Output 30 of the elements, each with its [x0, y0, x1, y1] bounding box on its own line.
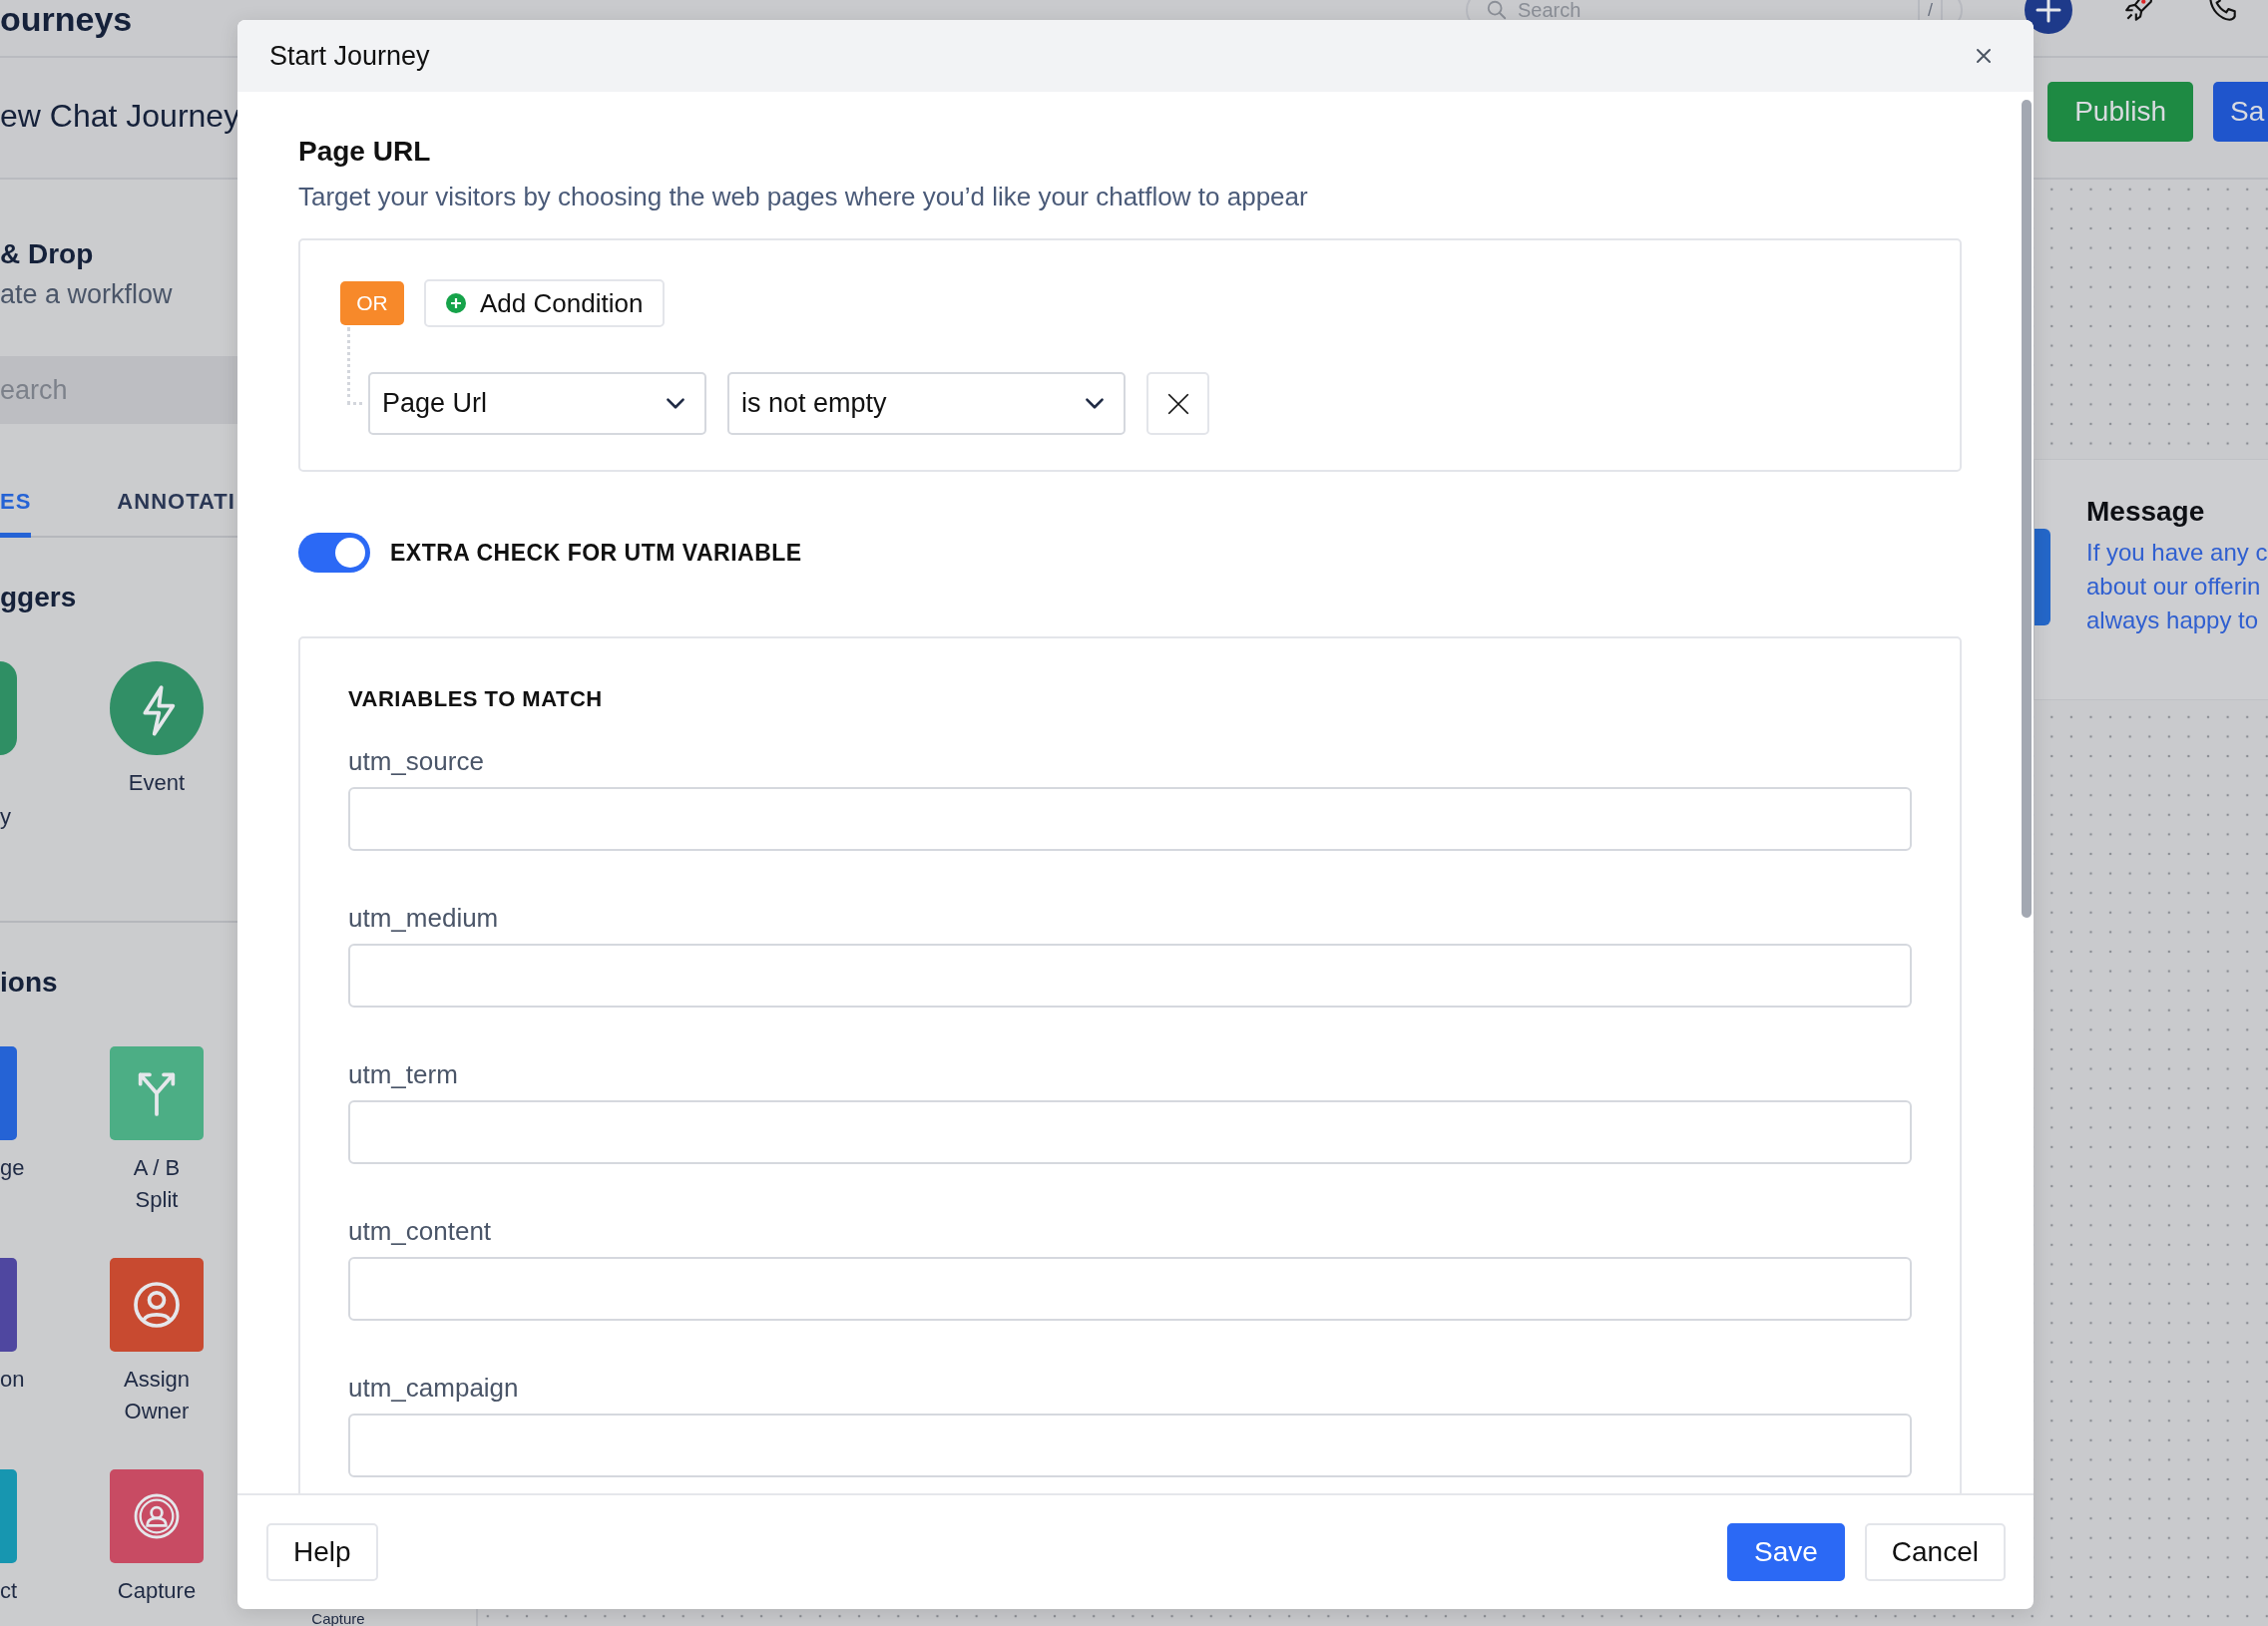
tile-label: Capture: [117, 1577, 197, 1605]
node-text: about our offerin: [2086, 572, 2262, 602]
app-title: ourneys: [0, 0, 133, 39]
node-text: If you have any c: [2086, 538, 2268, 568]
tile-label: ct: [0, 1577, 18, 1605]
field-label: utm_source: [348, 746, 485, 777]
field-label: utm_content: [348, 1216, 493, 1247]
tile-label: Event: [128, 769, 186, 797]
panel-title: VARIABLES TO MATCH: [348, 686, 604, 712]
section-title: Page URL: [298, 136, 432, 168]
section-title: ions: [0, 967, 58, 999]
field-label: utm_medium: [348, 903, 500, 934]
tile-label: A / B Split: [132, 1154, 182, 1214]
node-title: Message: [2086, 496, 2206, 528]
sidebar-heading: & Drop: [0, 238, 94, 270]
node-text: always happy to: [2086, 606, 2260, 635]
sidebar-subtitle: ate a workflow: [0, 279, 173, 310]
section-title: ggers: [0, 582, 77, 613]
search-placeholder: Search: [1518, 0, 1583, 20]
field-label: utm_term: [348, 1059, 459, 1090]
journey-name: ew Chat Journey: [0, 97, 240, 135]
section-description: Target your visitors by choosing the web pages where you’d like your chatflow to appear: [298, 182, 1309, 212]
tile-label: Assign Owner: [122, 1366, 191, 1425]
tile-label: y: [0, 803, 11, 831]
dialog-title: Start Journey: [269, 40, 430, 72]
toggle-label: EXTRA CHECK FOR UTM VARIABLE: [390, 539, 802, 567]
field-label: utm_campaign: [348, 1373, 520, 1404]
tile-label: on: [0, 1366, 25, 1394]
operator-badge: OR: [340, 281, 404, 325]
tile-label: ge: [0, 1154, 25, 1182]
